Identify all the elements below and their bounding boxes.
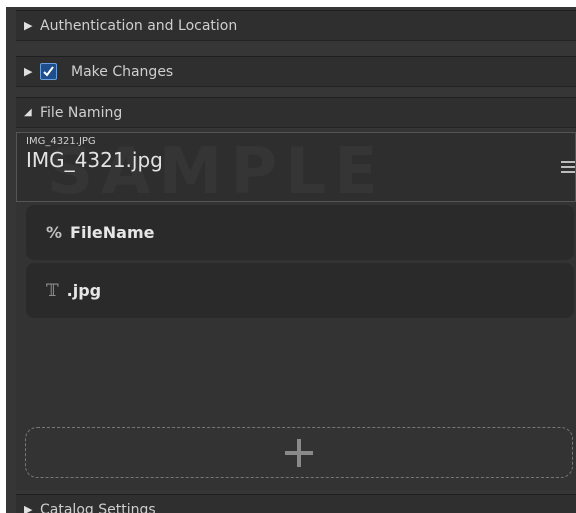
token-text[interactable]: 𝕋 .jpg [26, 263, 574, 318]
token-label: FileName [70, 223, 155, 242]
text-icon: 𝕋 [46, 280, 59, 301]
expand-arrow-icon: ▶ [24, 65, 33, 78]
add-token-button[interactable] [25, 427, 573, 478]
expand-arrow-icon: ▶ [24, 19, 33, 32]
settings-panel: ▶ Authentication and Location ▶ Make Cha… [6, 7, 576, 513]
section-make-changes[interactable]: ▶ Make Changes [16, 56, 576, 87]
token-label: .jpg [66, 281, 102, 300]
new-filename: IMG_4321.jpg [26, 148, 163, 172]
section-label: Make Changes [71, 63, 174, 80]
menu-icon[interactable] [561, 161, 575, 176]
section-authentication[interactable]: ▶ Authentication and Location [16, 10, 576, 41]
section-label: Authentication and Location [40, 17, 238, 34]
original-filename: IMG_4321.JPG [26, 136, 96, 147]
make-changes-checkbox[interactable] [40, 63, 57, 80]
token-filename[interactable]: % FileName [26, 205, 574, 260]
expand-arrow-icon: ▶ [24, 503, 33, 513]
section-label: Catalog Settings [40, 501, 156, 513]
plus-icon [285, 438, 313, 467]
section-catalog-settings[interactable]: ▶ Catalog Settings [16, 494, 576, 513]
section-file-naming[interactable]: ◢ File Naming [16, 97, 576, 128]
percent-icon: % [46, 223, 63, 242]
filename-preview: SAMPLE IMG_4321.JPG IMG_4321.jpg [16, 132, 576, 202]
checkmark-icon [43, 66, 54, 77]
section-label: File Naming [40, 104, 123, 121]
collapse-arrow-icon: ◢ [24, 107, 32, 118]
